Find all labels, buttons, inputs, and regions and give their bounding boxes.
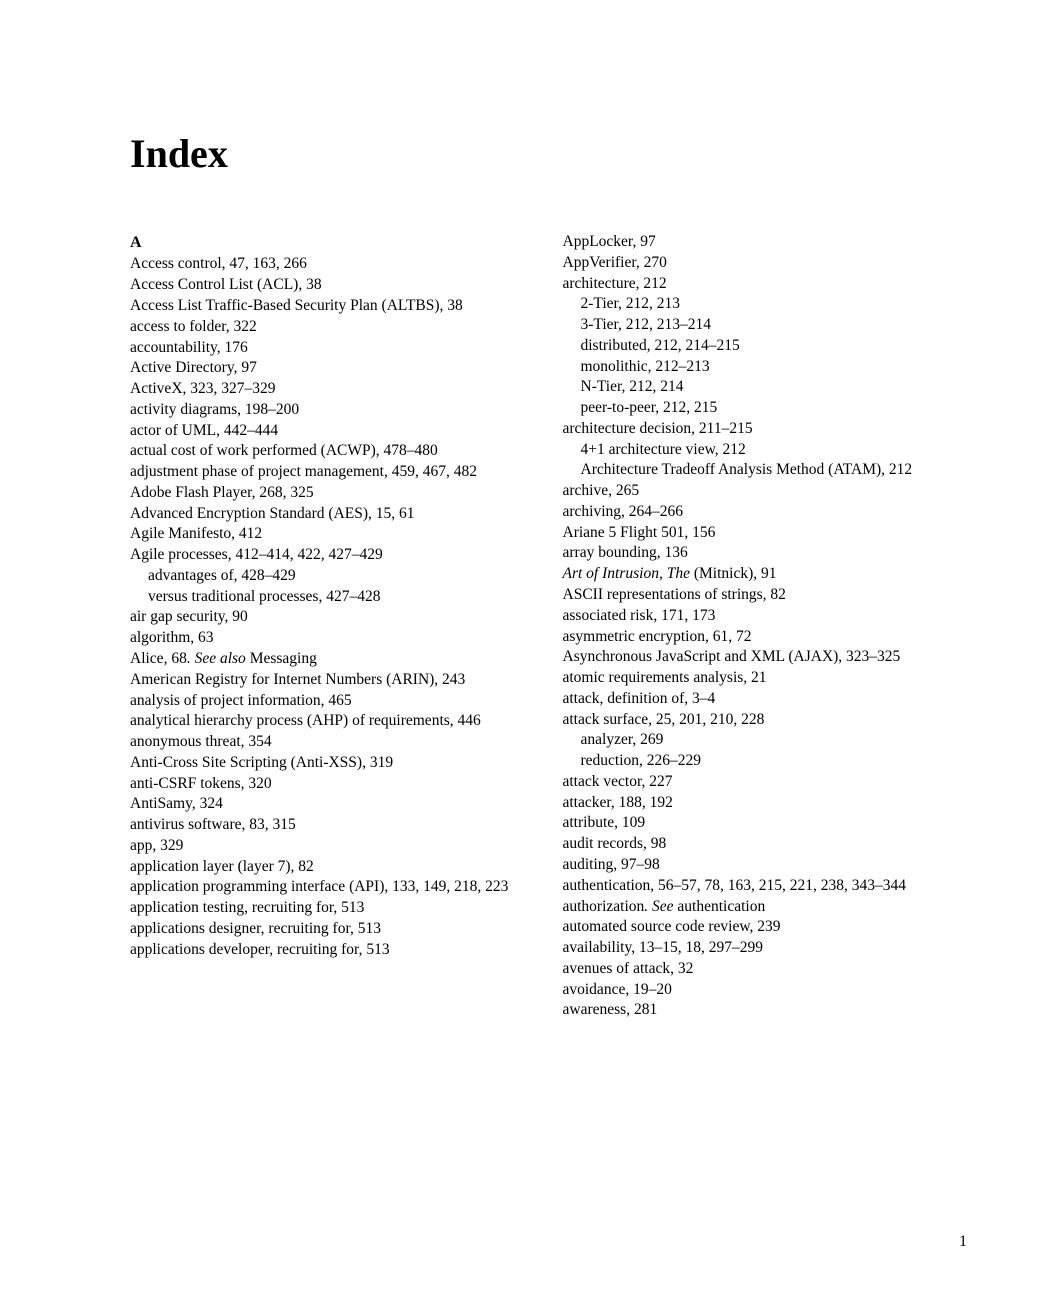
index-entry: Art of Intrusion, The (Mitnick), 91: [563, 564, 968, 585]
index-sub-entry: advantages of, 428–429: [130, 566, 535, 587]
index-sub-entry: peer-to-peer, 212, 215: [563, 398, 968, 419]
index-sub-entry: Architecture Tradeoff Analysis Method (A…: [563, 460, 968, 481]
index-sub-entry: 2-Tier, 212, 213: [563, 294, 968, 315]
index-entry: atomic requirements analysis, 21: [563, 668, 968, 689]
index-entry: Asynchronous JavaScript and XML (AJAX), …: [563, 647, 968, 668]
index-entry-text: (Mitnick), 91: [690, 565, 777, 582]
index-entry: attack surface, 25, 201, 210, 228: [563, 710, 968, 731]
index-sub-entry: 4+1 architecture view, 212: [563, 440, 968, 461]
index-sub-entry: monolithic, 212–213: [563, 357, 968, 378]
index-entry-text: Alice, 68: [130, 650, 187, 667]
index-entry: availability, 13–15, 18, 297–299: [563, 938, 968, 959]
index-entry: awareness, 281: [563, 1000, 968, 1021]
index-entry: Agile processes, 412–414, 422, 427–429: [130, 545, 535, 566]
index-entry: AntiSamy, 324: [130, 794, 535, 815]
index-entry: avenues of attack, 32: [563, 959, 968, 980]
index-entry: ActiveX, 323, 327–329: [130, 379, 535, 400]
index-entry: air gap security, 90: [130, 607, 535, 628]
index-sub-entry: 3-Tier, 212, 213–214: [563, 315, 968, 336]
index-column-right: AppLocker, 97AppVerifier, 270architectur…: [563, 232, 968, 1021]
index-entry: accountability, 176: [130, 338, 535, 359]
index-entry: Anti-Cross Site Scripting (Anti-XSS), 31…: [130, 753, 535, 774]
index-entry: Active Directory, 97: [130, 358, 535, 379]
index-entry: AppLocker, 97: [563, 232, 968, 253]
index-entry: attacker, 188, 192: [563, 793, 968, 814]
section-letter: A: [130, 232, 535, 253]
index-entry: algorithm, 63: [130, 628, 535, 649]
index-entry: audit records, 98: [563, 834, 968, 855]
index-entry: analysis of project information, 465: [130, 691, 535, 712]
index-columns: AAccess control, 47, 163, 266Access Cont…: [130, 232, 967, 1021]
index-entry: activity diagrams, 198–200: [130, 400, 535, 421]
index-entry: Access Control List (ACL), 38: [130, 275, 535, 296]
index-entry: actor of UML, 442–444: [130, 421, 535, 442]
index-entry: associated risk, 171, 173: [563, 606, 968, 627]
index-entry: access to folder, 322: [130, 317, 535, 338]
index-entry: Alice, 68. See also Messaging: [130, 649, 535, 670]
index-entry: Adobe Flash Player, 268, 325: [130, 483, 535, 504]
index-sub-entry: N-Tier, 212, 214: [563, 377, 968, 398]
index-sub-entry: versus traditional processes, 427–428: [130, 587, 535, 608]
index-entry-text: authorization: [563, 898, 645, 915]
index-entry: authentication, 56–57, 78, 163, 215, 221…: [563, 876, 968, 897]
index-entry: antivirus software, 83, 315: [130, 815, 535, 836]
index-entry-ref: Messaging: [250, 650, 317, 667]
index-column-left: AAccess control, 47, 163, 266Access Cont…: [130, 232, 535, 1021]
index-entry: ASCII representations of strings, 82: [563, 585, 968, 606]
index-entry: anti-CSRF tokens, 320: [130, 774, 535, 795]
see-reference: . See also: [187, 650, 250, 667]
index-sub-entry: distributed, 212, 214–215: [563, 336, 968, 357]
index-sub-entry: analyzer, 269: [563, 730, 968, 751]
index-sub-entry: reduction, 226–229: [563, 751, 968, 772]
index-entry: Access control, 47, 163, 266: [130, 254, 535, 275]
index-entry: application programming interface (API),…: [130, 877, 535, 898]
index-entry-ref: authentication: [677, 898, 765, 915]
index-entry: actual cost of work performed (ACWP), 47…: [130, 441, 535, 462]
index-entry: array bounding, 136: [563, 543, 968, 564]
index-entry-title: Art of Intrusion, The: [563, 565, 690, 582]
index-entry: architecture, 212: [563, 274, 968, 295]
index-entry: attack, definition of, 3–4: [563, 689, 968, 710]
index-entry: anonymous threat, 354: [130, 732, 535, 753]
index-entry: app, 329: [130, 836, 535, 857]
index-entry: Agile Manifesto, 412: [130, 524, 535, 545]
index-entry: adjustment phase of project management, …: [130, 462, 535, 483]
index-entry: architecture decision, 211–215: [563, 419, 968, 440]
page-number: 1: [959, 1233, 967, 1251]
index-entry: Advanced Encryption Standard (AES), 15, …: [130, 504, 535, 525]
index-entry: American Registry for Internet Numbers (…: [130, 670, 535, 691]
index-entry: AppVerifier, 270: [563, 253, 968, 274]
page-title: Index: [130, 130, 967, 177]
index-entry: Access List Traffic-Based Security Plan …: [130, 296, 535, 317]
index-entry: archiving, 264–266: [563, 502, 968, 523]
index-entry: auditing, 97–98: [563, 855, 968, 876]
index-entry: application testing, recruiting for, 513: [130, 898, 535, 919]
index-entry: Ariane 5 Flight 501, 156: [563, 523, 968, 544]
index-entry: applications developer, recruiting for, …: [130, 940, 535, 961]
index-entry: asymmetric encryption, 61, 72: [563, 627, 968, 648]
index-entry: analytical hierarchy process (AHP) of re…: [130, 711, 535, 732]
see-reference: . See: [644, 898, 677, 915]
index-entry: archive, 265: [563, 481, 968, 502]
index-entry: attribute, 109: [563, 813, 968, 834]
index-entry: avoidance, 19–20: [563, 980, 968, 1001]
index-entry: authorization. See authentication: [563, 897, 968, 918]
index-entry: attack vector, 227: [563, 772, 968, 793]
index-entry: automated source code review, 239: [563, 917, 968, 938]
index-entry: application layer (layer 7), 82: [130, 857, 535, 878]
index-entry: applications designer, recruiting for, 5…: [130, 919, 535, 940]
